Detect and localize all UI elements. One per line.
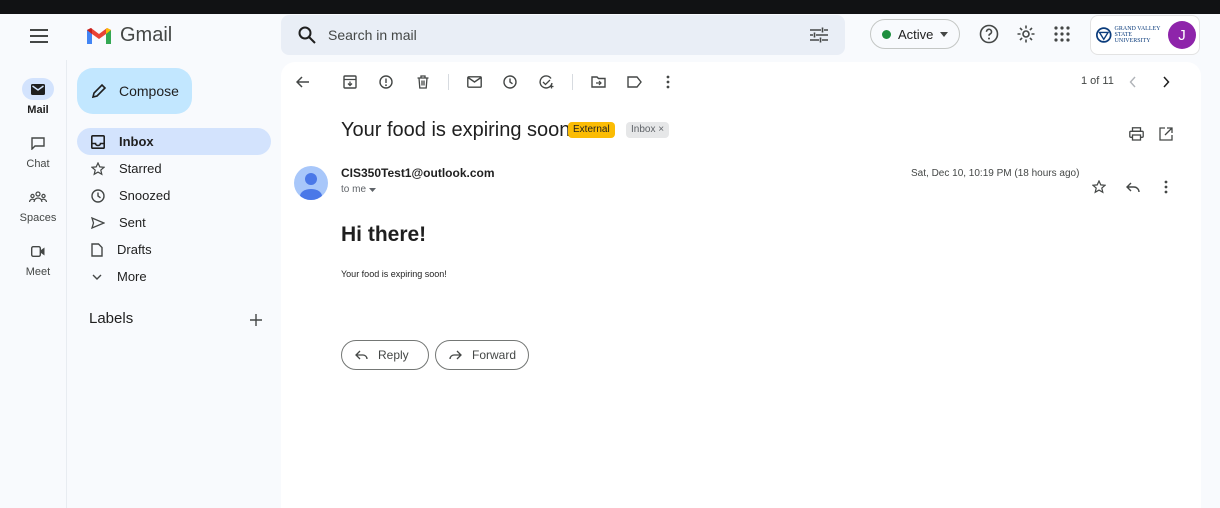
star-icon bbox=[91, 161, 105, 176]
caret-down-icon bbox=[369, 187, 377, 192]
sidebar-item-label: Drafts bbox=[117, 242, 152, 257]
toolbar-divider bbox=[572, 74, 573, 90]
open-new-window-icon[interactable] bbox=[1156, 124, 1176, 144]
sidebar-item-more[interactable]: More bbox=[77, 263, 271, 290]
sidebar-item-label: More bbox=[117, 269, 147, 284]
reply-label: Reply bbox=[378, 348, 409, 362]
sender-avatar[interactable] bbox=[294, 166, 328, 200]
report-spam-icon[interactable] bbox=[376, 72, 396, 92]
gmail-m-icon bbox=[86, 26, 112, 46]
reply-button[interactable]: Reply bbox=[341, 340, 429, 370]
reply-icon[interactable] bbox=[1123, 177, 1143, 197]
add-label-icon[interactable] bbox=[246, 310, 266, 330]
print-icon[interactable] bbox=[1126, 124, 1146, 144]
rail-mail-label: Mail bbox=[27, 104, 49, 116]
sender-email[interactable]: CIS350Test1@outlook.com bbox=[341, 166, 495, 180]
rail-mail[interactable]: Mail bbox=[0, 78, 76, 116]
rail-divider bbox=[66, 60, 67, 508]
external-badge: External bbox=[568, 122, 615, 138]
sidebar-item-snoozed[interactable]: Snoozed bbox=[77, 182, 271, 209]
settings-gear-icon[interactable] bbox=[1014, 22, 1038, 46]
chevron-down-icon bbox=[91, 273, 103, 281]
send-icon bbox=[91, 216, 105, 229]
rail-meet-label: Meet bbox=[25, 266, 51, 278]
sidebar-item-label: Inbox bbox=[119, 134, 154, 149]
status-label: Active bbox=[898, 26, 934, 42]
compose-button[interactable]: Compose bbox=[77, 68, 192, 114]
recipient-details[interactable]: to me bbox=[341, 184, 377, 195]
organization-logo: GRAND VALLEY STATE UNIVERSITY bbox=[1096, 23, 1162, 47]
pagination-label: 1 of 11 bbox=[1081, 75, 1114, 87]
rail-spaces-label: Spaces bbox=[19, 212, 57, 224]
delete-icon[interactable] bbox=[413, 72, 433, 92]
search-bar[interactable] bbox=[281, 15, 845, 55]
mail-icon bbox=[31, 83, 45, 95]
star-icon[interactable] bbox=[1089, 177, 1109, 197]
add-to-tasks-icon[interactable] bbox=[537, 72, 557, 92]
app-name: Gmail bbox=[120, 24, 173, 46]
sidebar-item-sent[interactable]: Sent bbox=[77, 209, 271, 236]
rail-chat[interactable]: Chat bbox=[0, 132, 76, 170]
sidebar-item-label: Snoozed bbox=[119, 188, 171, 203]
compose-label: Compose bbox=[119, 83, 179, 99]
chat-icon bbox=[31, 136, 45, 150]
mark-unread-icon[interactable] bbox=[464, 72, 484, 92]
gmail-window: Gmail Active GRAND VALLEYSTATE UNIVE bbox=[0, 14, 1220, 508]
recipient-label: to me bbox=[341, 184, 367, 195]
move-to-folder-icon[interactable] bbox=[588, 72, 608, 92]
sidebar-item-drafts[interactable]: Drafts bbox=[77, 236, 271, 263]
rail-spaces[interactable]: Spaces bbox=[0, 186, 76, 224]
snooze-clock-icon[interactable] bbox=[500, 72, 520, 92]
label-tag-icon[interactable] bbox=[624, 72, 644, 92]
search-icon[interactable] bbox=[296, 24, 318, 46]
back-arrow-icon[interactable] bbox=[293, 72, 313, 92]
search-options-icon[interactable] bbox=[807, 23, 831, 47]
draft-icon bbox=[91, 242, 103, 257]
forward-label: Forward bbox=[472, 348, 517, 362]
apps-grid-icon[interactable] bbox=[1050, 22, 1074, 46]
inbox-icon bbox=[91, 134, 105, 149]
archive-icon[interactable] bbox=[340, 72, 360, 92]
sidebar-item-inbox[interactable]: Inbox bbox=[77, 128, 271, 155]
status-selector[interactable]: Active bbox=[870, 19, 960, 49]
message-view: 1 of 11 Your food is expiring soon! Exte… bbox=[281, 62, 1201, 508]
sidebar-item-label: Sent bbox=[119, 215, 146, 230]
forward-arrow-icon bbox=[449, 350, 462, 360]
main-menu-icon[interactable] bbox=[27, 24, 51, 48]
more-options-icon[interactable] bbox=[658, 72, 678, 92]
forward-button[interactable]: Forward bbox=[435, 340, 529, 370]
gmail-logo[interactable]: Gmail bbox=[86, 24, 172, 47]
inbox-label-chip[interactable]: Inbox × bbox=[626, 122, 670, 138]
sidebar-item-label: Starred bbox=[119, 161, 162, 176]
message-more-icon[interactable] bbox=[1156, 177, 1176, 197]
labels-heading: Labels bbox=[89, 310, 134, 327]
account-avatar[interactable]: J bbox=[1168, 21, 1196, 49]
email-timestamp: Sat, Dec 10, 10:19 PM (18 hours ago) bbox=[911, 168, 1080, 179]
account-switcher[interactable]: GRAND VALLEY STATE UNIVERSITY J bbox=[1090, 15, 1200, 55]
sidebar-item-starred[interactable]: Starred bbox=[77, 155, 271, 182]
search-input[interactable] bbox=[328, 27, 807, 43]
email-heading: Hi there! bbox=[341, 223, 427, 246]
email-subject: Your food is expiring soon! bbox=[341, 119, 576, 141]
older-chevron-icon[interactable] bbox=[1156, 72, 1176, 92]
newer-chevron-icon[interactable] bbox=[1123, 72, 1143, 92]
status-dot bbox=[882, 29, 891, 39]
rail-chat-label: Chat bbox=[26, 158, 50, 170]
meet-icon bbox=[31, 245, 45, 257]
toolbar-divider bbox=[448, 74, 449, 90]
pencil-icon bbox=[91, 83, 107, 99]
rail-meet[interactable]: Meet bbox=[0, 240, 76, 278]
clock-icon bbox=[91, 188, 105, 203]
email-body: Your food is expiring soon! bbox=[341, 269, 447, 279]
caret-down-icon bbox=[940, 31, 949, 37]
spaces-icon bbox=[29, 191, 47, 203]
help-icon[interactable] bbox=[977, 22, 1001, 46]
reply-arrow-icon bbox=[355, 350, 368, 360]
